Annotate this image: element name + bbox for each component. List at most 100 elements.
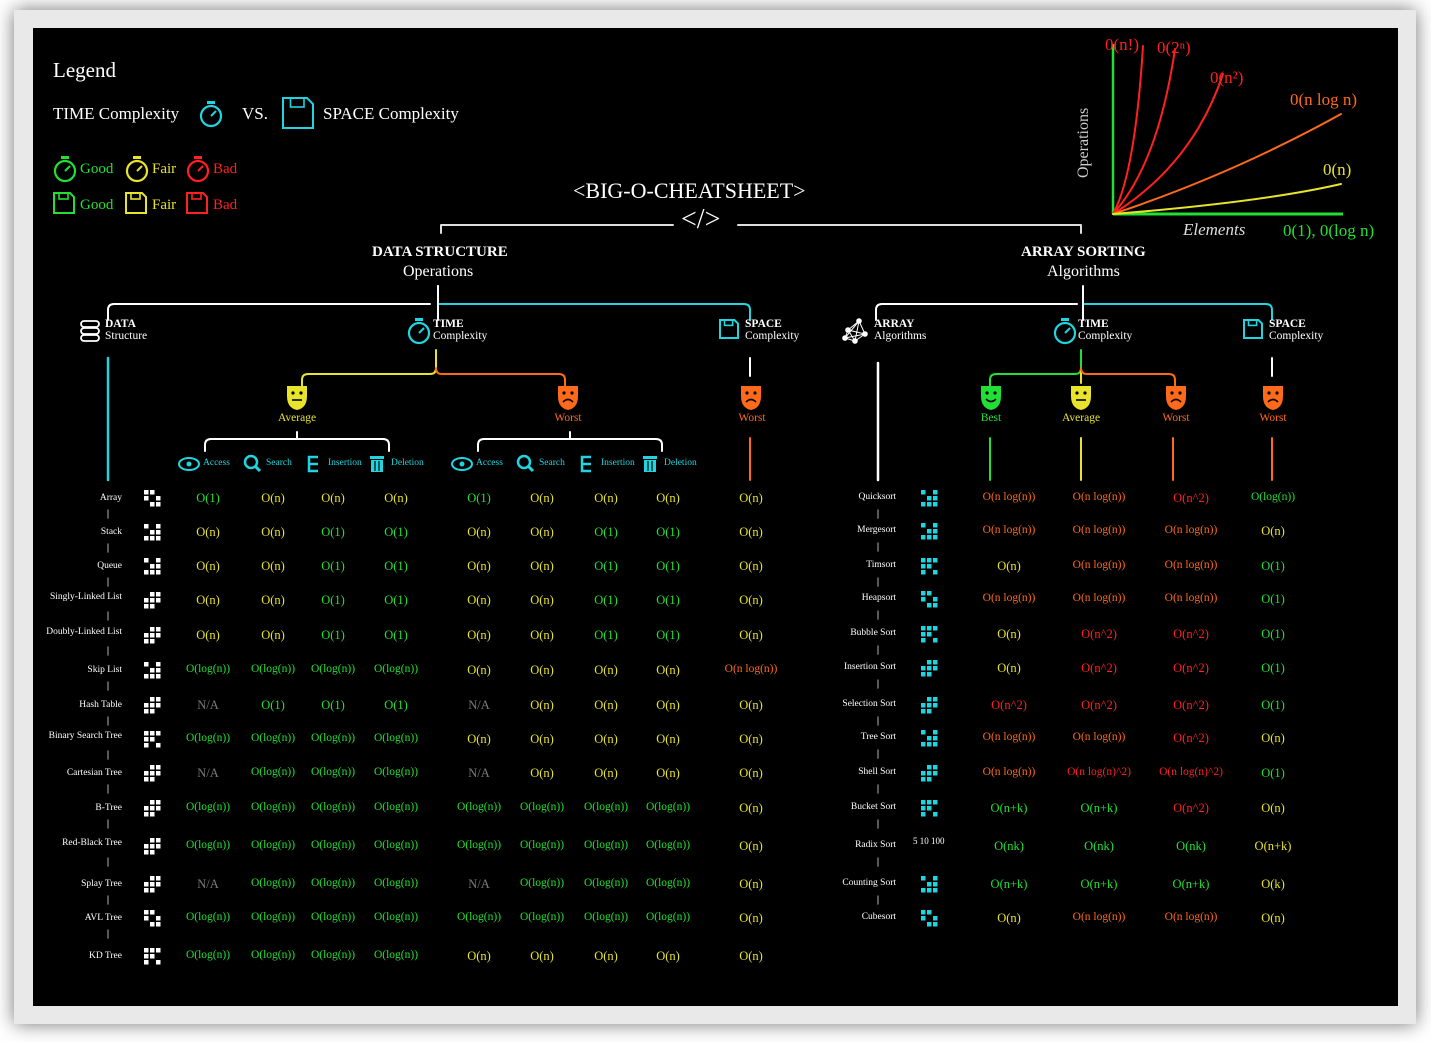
as-average-face-icon [1071, 386, 1091, 410]
as-cell: O(n log(n)^2) [1067, 766, 1131, 778]
ds-cell: O(log(n)) [456, 839, 502, 851]
ds-cell: O(log(n)) [519, 801, 565, 813]
as-row-label: Selection Sort [842, 699, 896, 709]
ds-cell: O(1) [384, 593, 408, 607]
ds-space-floppy-icon [719, 319, 739, 339]
as-col-space-bold: SPACE [1269, 318, 1306, 330]
as-row-label: Heapsort [861, 593, 896, 603]
ds-cell: O(n) [656, 949, 680, 963]
ds-cell: O(log(n)) [645, 877, 691, 889]
as-space-worst-label: Worst [1259, 412, 1287, 424]
page-title: <BIG-O-CHEATSHEET> [573, 178, 806, 203]
ds-cell: O(1) [321, 698, 345, 712]
ds-cell: O(n) [656, 663, 680, 677]
ds-cell: O(1) [321, 628, 345, 642]
as-cell: O(n+k) [1080, 877, 1118, 891]
cheatsheet-poster: Legend TIME Complexity VS. SPACE Complex… [33, 28, 1398, 1006]
as-cell: O(n) [1261, 801, 1285, 815]
as-cell: O(n) [1261, 911, 1285, 925]
insertion-sort-icon [921, 660, 938, 677]
ds-cell: O(n) [530, 559, 554, 573]
as-cell: O(n) [1261, 524, 1285, 538]
ds-cell: O(n) [467, 593, 491, 607]
as-cell: O(n+k) [990, 801, 1028, 815]
as-cell: O(n+k) [990, 877, 1028, 891]
bucket-sort-icon [921, 800, 938, 817]
insertion-icon [307, 455, 318, 473]
as-tree-right [1082, 303, 1273, 321]
ds-time-worst-branch [435, 367, 566, 387]
ds-cell: O(n) [467, 949, 491, 963]
op-label-insertion: Insertion [601, 458, 635, 468]
counting-sort-icon [921, 876, 938, 893]
ds-cell: O(log(n)) [310, 801, 356, 813]
ds-row-label: Queue [97, 561, 122, 571]
ds-cell: O(1) [656, 525, 680, 539]
as-cell: O(log(n)) [1250, 491, 1296, 503]
ds-cell: O(n) [530, 766, 554, 780]
ds-cell: O(1) [321, 593, 345, 607]
as-cell: O(nk) [1084, 839, 1114, 853]
ds-heading: DATA STRUCTURE [372, 244, 508, 260]
ds-cell: O(n) [530, 491, 554, 505]
legend-time-bad: Bad [213, 161, 238, 177]
cubesort-icon [921, 910, 938, 927]
ds-row-label: Array [99, 493, 122, 503]
ds-cell: O(n) [467, 559, 491, 573]
ds-cell: O(n) [196, 559, 220, 573]
ds-cell: O(log(n)) [310, 663, 356, 675]
as-space-floppy-icon [1243, 319, 1263, 339]
ds-cell: O(n) [530, 593, 554, 607]
queue-icon [144, 558, 161, 575]
search-icon [516, 454, 535, 473]
network-icon [842, 318, 868, 344]
as-cell: O(1) [1261, 592, 1285, 606]
legend-space-good: Good [80, 197, 114, 213]
ds-cell: O(n) [530, 698, 554, 712]
ds-space-cell: O(n) [739, 766, 763, 780]
cartesian-tree-icon [144, 765, 161, 782]
ds-cell: O(n) [530, 628, 554, 642]
as-space-worst-face-icon [1263, 386, 1283, 410]
graph-ylabel: Operations [1075, 107, 1092, 178]
mergesort-icon [921, 523, 938, 540]
ds-cell: O(1) [384, 628, 408, 642]
timsort-icon [921, 558, 938, 575]
ds-space-cell: O(n) [739, 839, 763, 853]
ds-cell: O(1) [467, 491, 491, 505]
ds-cell: O(log(n)) [373, 911, 419, 923]
op-label-insertion: Insertion [328, 458, 362, 468]
ds-cell: O(n) [384, 491, 408, 505]
as-row-label: Counting Sort [842, 878, 896, 888]
trash-icon [370, 456, 384, 472]
splay-tree-icon [144, 876, 161, 893]
ds-cell: N/A [197, 877, 219, 891]
ds-col-structure-bold: DATA [105, 318, 136, 330]
curve-label-constant-log: 0(1), 0(log n) [1283, 221, 1375, 240]
ds-space-cell: O(n log(n)) [724, 663, 778, 675]
ds-worst-face-icon [558, 386, 578, 410]
ds-cell: O(log(n)) [310, 949, 356, 961]
ds-col-time-bold: TIME [433, 318, 464, 330]
ds-space-cell: O(n) [739, 525, 763, 539]
ds-space-cell: O(n) [739, 698, 763, 712]
as-time-stopwatch-icon [1053, 318, 1077, 345]
ds-row-label: KD Tree [89, 951, 122, 961]
ds-cell: O(n) [196, 593, 220, 607]
as-cell: O(n log(n)) [1072, 559, 1126, 571]
as-cell: O(n log(n)) [982, 524, 1036, 536]
ds-cell: O(log(n)) [519, 911, 565, 923]
curve-label-quadratic: 0(n²) [1210, 68, 1244, 87]
quicksort-icon [921, 490, 938, 507]
ds-cell: O(log(n)) [373, 766, 419, 778]
database-icon [80, 320, 100, 342]
as-cell: O(1) [1261, 661, 1285, 675]
op-label-search: Search [266, 458, 292, 468]
as-row-label: Cubesort [861, 912, 896, 922]
ds-cell: O(1) [321, 525, 345, 539]
stack-icon [144, 524, 161, 541]
ds-cell: O(1) [384, 559, 408, 573]
legend-time-label: TIME Complexity [53, 104, 180, 123]
as-cell: O(n^2) [1173, 627, 1209, 641]
ds-cell: O(n) [530, 949, 554, 963]
